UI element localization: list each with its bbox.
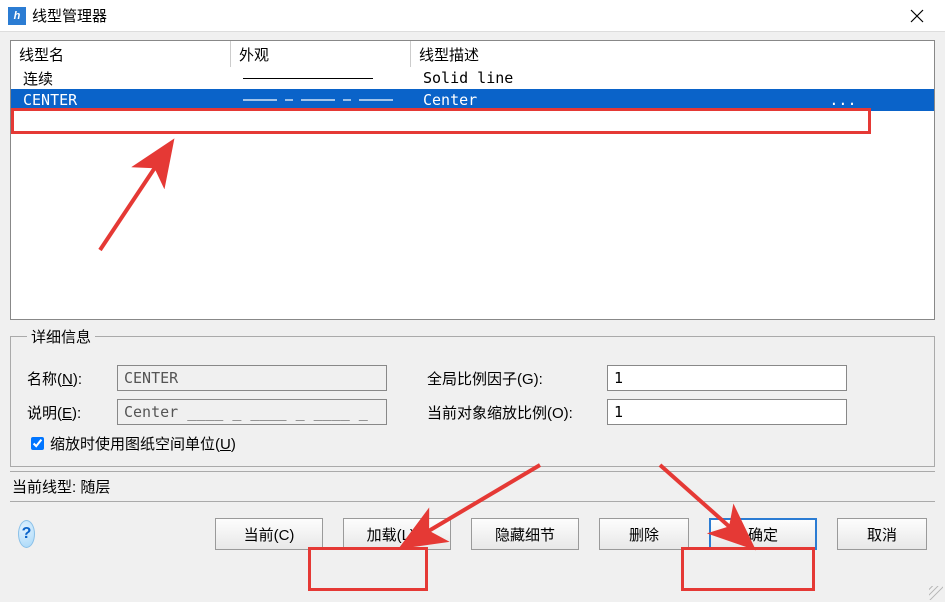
current-linetype-value: 随层 [80, 479, 110, 496]
ok-button[interactable]: 确定 [709, 518, 817, 550]
titlebar: h 线型管理器 [0, 0, 945, 32]
cell-desc: Solid line [411, 69, 934, 87]
current-linetype-label: 当前线型: [12, 479, 76, 496]
delete-button[interactable]: 删除 [599, 518, 689, 550]
dialog-body: 线型名 外观 线型描述 连续 Solid line CENTER Center … [0, 32, 945, 602]
list-header: 线型名 外观 线型描述 [11, 41, 934, 67]
name-field [117, 365, 387, 391]
linetype-list: 线型名 外观 线型描述 连续 Solid line CENTER Center … [10, 40, 935, 320]
solid-line-icon [243, 78, 373, 79]
name-label: 名称(N): [27, 368, 117, 389]
current-linetype-bar: 当前线型: 随层 [10, 471, 935, 502]
col-header-appearance[interactable]: 外观 [231, 41, 411, 67]
col-header-name[interactable]: 线型名 [11, 41, 231, 67]
button-row: ? 当前(C) 加载(L)... 隐藏细节 删除 确定 取消 [10, 502, 935, 566]
object-scale-field[interactable] [607, 399, 847, 425]
col-header-desc[interactable]: 线型描述 [411, 41, 934, 67]
hide-details-button[interactable]: 隐藏细节 [471, 518, 579, 550]
center-line-icon [243, 98, 393, 102]
cell-desc: Center ____ _ ____ _ ____ _ ____ _ ____ … [411, 91, 934, 109]
close-icon[interactable] [897, 2, 937, 30]
object-scale-label: 当前对象缩放比例(O): [427, 402, 607, 423]
help-icon[interactable]: ? [18, 520, 35, 548]
detail-row-desc: 说明(E): 当前对象缩放比例(O): [27, 399, 918, 425]
cell-name: CENTER [11, 91, 231, 109]
cell-name: 连续 [11, 68, 231, 89]
paperspace-checkbox-row: 缩放时使用图纸空间单位(U) [27, 433, 918, 454]
desc-label: 说明(E): [27, 402, 117, 423]
app-icon: h [8, 7, 26, 25]
resize-grip-icon[interactable] [929, 586, 943, 600]
details-fieldset: 详细信息 名称(N): 全局比例因子(G): 说明(E): 当前对象缩放比例(O… [10, 326, 935, 467]
paperspace-label: 缩放时使用图纸空间单位(U) [50, 433, 236, 454]
details-legend: 详细信息 [27, 326, 95, 347]
table-row-selected[interactable]: CENTER Center ____ _ ____ _ ____ _ ____ … [11, 89, 934, 111]
desc-field [117, 399, 387, 425]
cancel-button[interactable]: 取消 [837, 518, 927, 550]
window-title: 线型管理器 [32, 5, 897, 26]
load-button[interactable]: 加载(L)... [343, 518, 451, 550]
detail-row-name: 名称(N): 全局比例因子(G): [27, 365, 918, 391]
cell-appearance [231, 78, 411, 79]
global-scale-label: 全局比例因子(G): [427, 368, 607, 389]
current-button[interactable]: 当前(C) [215, 518, 323, 550]
global-scale-field[interactable] [607, 365, 847, 391]
table-row[interactable]: 连续 Solid line [11, 67, 934, 89]
cell-appearance [231, 98, 411, 102]
paperspace-checkbox[interactable] [31, 437, 44, 450]
